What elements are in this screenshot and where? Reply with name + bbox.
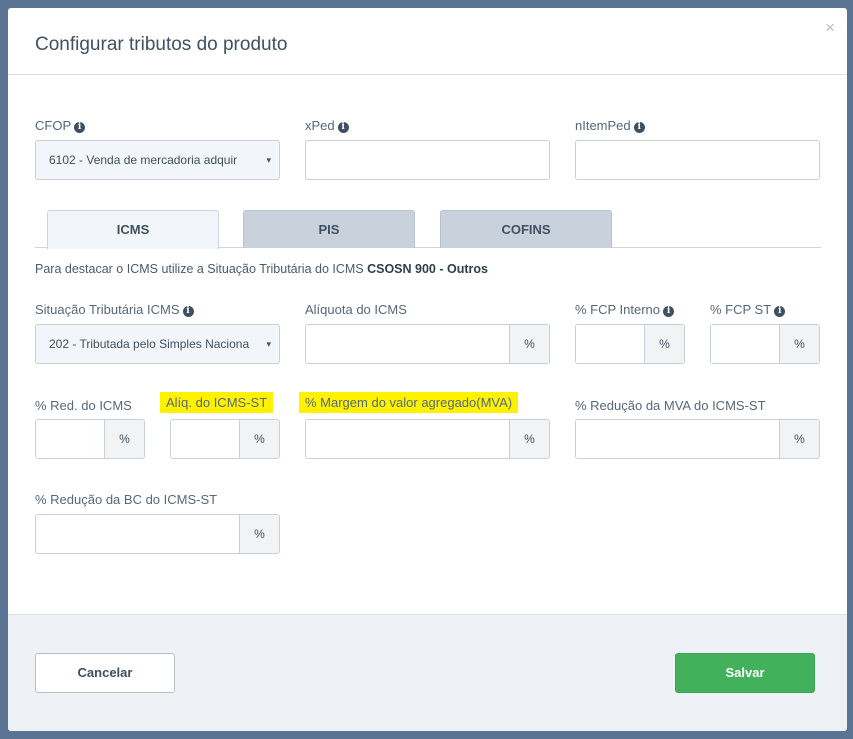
- mva-input[interactable]: [306, 420, 509, 458]
- fcp-st-label: % FCP ST i: [710, 302, 786, 317]
- situacao-select[interactable]: 202 - Tributada pelo Simples Naciona ▾: [35, 324, 280, 364]
- percent-addon: %: [779, 325, 819, 363]
- tab-icms[interactable]: ICMS: [47, 210, 219, 249]
- percent-addon: %: [104, 420, 144, 458]
- fcp-interno-label: % FCP Interno i: [575, 302, 675, 317]
- info-icon[interactable]: i: [337, 122, 349, 133]
- fcp-interno-input-group: %: [575, 324, 685, 364]
- tab-cofins[interactable]: COFINS: [440, 210, 612, 248]
- modal-footer: Cancelar Salvar: [8, 614, 847, 731]
- red-bc-label: % Redução da BC do ICMS-ST: [35, 492, 218, 507]
- fcp-interno-input[interactable]: [576, 325, 644, 363]
- red-bc-input[interactable]: [36, 515, 239, 553]
- modal-header: Configurar tributos do produto ×: [8, 8, 847, 75]
- info-icon[interactable]: i: [663, 306, 675, 317]
- nitemped-input[interactable]: [575, 140, 820, 180]
- red-mva-input-group: %: [575, 419, 820, 459]
- chevron-down-icon: ▾: [266, 339, 271, 349]
- info-icon[interactable]: i: [182, 306, 194, 317]
- percent-addon: %: [644, 325, 684, 363]
- save-button[interactable]: Salvar: [675, 653, 815, 693]
- icms-notice: Para destacar o ICMS utilize a Situação …: [35, 262, 488, 276]
- close-icon[interactable]: ×: [825, 19, 835, 36]
- aliq-icms-st-label: Alíq. do ICMS-ST: [160, 392, 274, 413]
- highlighted-label: Alíq. do ICMS-ST: [160, 392, 274, 413]
- aliquota-label: Alíquota do ICMS: [305, 302, 407, 317]
- red-bc-input-group: %: [35, 514, 280, 554]
- cfop-label: CFOP i: [35, 118, 86, 133]
- red-icms-label: % Red. do ICMS: [35, 398, 132, 413]
- configure-taxes-modal: Configurar tributos do produto × CFOP i 6…: [8, 8, 847, 731]
- cancel-button[interactable]: Cancelar: [35, 653, 175, 693]
- situacao-label: Situação Tributária ICMS i: [35, 302, 194, 317]
- tab-pis[interactable]: PIS: [243, 210, 415, 248]
- nitemped-label: nItemPed i: [575, 118, 645, 133]
- info-icon[interactable]: i: [774, 306, 786, 317]
- red-mva-input[interactable]: [576, 420, 779, 458]
- xped-label: xPed i: [305, 118, 349, 133]
- highlighted-label: % Margem do valor agregado(MVA): [299, 392, 519, 413]
- aliquota-input-group: %: [305, 324, 550, 364]
- xped-input[interactable]: [305, 140, 550, 180]
- info-icon[interactable]: i: [633, 122, 645, 133]
- percent-addon: %: [239, 420, 279, 458]
- percent-addon: %: [779, 420, 819, 458]
- aliquota-input[interactable]: [306, 325, 509, 363]
- aliq-icms-st-input-group: %: [170, 419, 280, 459]
- aliq-icms-st-input[interactable]: [171, 420, 239, 458]
- red-icms-input-group: %: [35, 419, 145, 459]
- mva-input-group: %: [305, 419, 550, 459]
- modal-title: Configurar tributos do produto: [35, 34, 288, 55]
- red-icms-input[interactable]: [36, 420, 104, 458]
- mva-label: % Margem do valor agregado(MVA): [299, 392, 519, 413]
- percent-addon: %: [239, 515, 279, 553]
- percent-addon: %: [509, 325, 549, 363]
- percent-addon: %: [509, 420, 549, 458]
- fcp-st-input-group: %: [710, 324, 820, 364]
- cfop-select[interactable]: 6102 - Venda de mercadoria adquir ▾: [35, 140, 280, 180]
- info-icon[interactable]: i: [74, 122, 86, 133]
- red-mva-label: % Redução da MVA do ICMS-ST: [575, 398, 766, 413]
- chevron-down-icon: ▾: [266, 155, 271, 165]
- fcp-st-input[interactable]: [711, 325, 779, 363]
